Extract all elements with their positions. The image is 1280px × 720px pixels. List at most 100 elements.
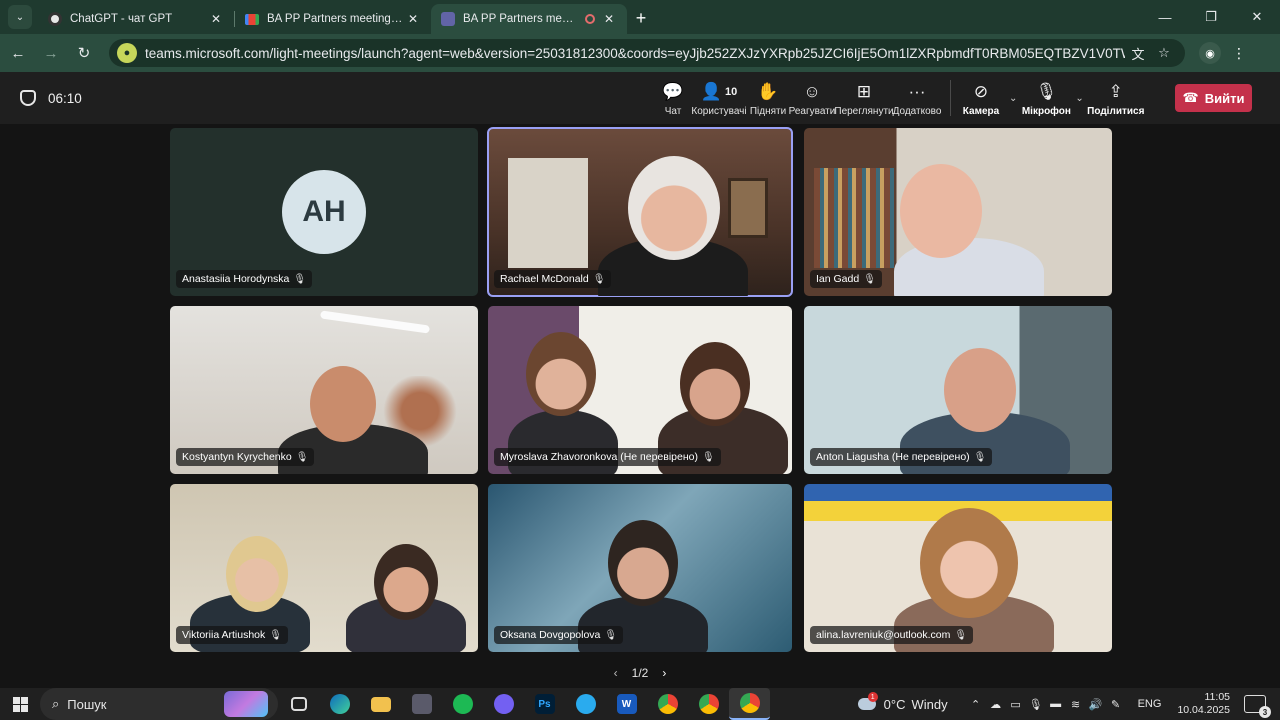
url-text[interactable]: teams.microsoft.com/light-meetings/launc… (145, 46, 1125, 61)
reload-icon[interactable]: ↻ (69, 38, 99, 68)
notifications-icon[interactable]: 3 (1244, 695, 1271, 718)
task-view-icon (290, 697, 307, 711)
taskbar-app-chrome-active[interactable] (729, 688, 770, 720)
taskbar-app-viber[interactable] (483, 688, 524, 720)
tab-close-icon[interactable]: ✕ (601, 12, 617, 26)
taskbar-app-explorer[interactable] (360, 688, 401, 720)
view-button[interactable]: ⊞ Переглянути (834, 72, 893, 124)
participant-tile[interactable]: Anton Liagusha (Не перевірено) 🎙 (804, 306, 1112, 474)
mic-icon: 🎙 (863, 273, 876, 285)
taskbar-app-calculator[interactable] (401, 688, 442, 720)
close-window-icon[interactable]: ✕ (1234, 0, 1280, 34)
share-button[interactable]: ⇪ Поділитися (1087, 72, 1144, 124)
video-person (526, 332, 596, 416)
site-permissions-icon[interactable]: ● (117, 43, 137, 63)
taskbar-app-telegram[interactable] (565, 688, 606, 720)
device-icon[interactable]: ▭ (1006, 698, 1026, 711)
chevron-left-icon[interactable]: ‹ (614, 666, 618, 680)
avatar: AH (282, 170, 366, 254)
participant-tile[interactable]: Myroslava Zhavoronkova (Не перевірено) 🎙 (488, 306, 792, 474)
forward-arrow-icon[interactable]: → (36, 38, 66, 68)
spotify-icon (452, 694, 473, 714)
participant-name: Viktoriia Artiushok 🎙 (176, 626, 288, 644)
gmail-favicon-icon (245, 13, 259, 25)
task-view-button[interactable] (278, 688, 319, 720)
raise-hand-button[interactable]: ✋ Підняти (748, 72, 788, 124)
wifi-icon[interactable]: ≋ (1066, 698, 1086, 711)
start-button[interactable] (0, 688, 40, 720)
tab-title: BA PP Partners meeting - Pl (463, 13, 579, 25)
language-indicator[interactable]: ENG (1138, 698, 1162, 710)
video-background (508, 158, 588, 268)
browser-tab-gmail[interactable]: BA PP Partners meeting - Plann ✕ (235, 4, 431, 34)
battery-icon[interactable]: ▬ (1046, 698, 1066, 710)
mic-icon: 🎙 (293, 273, 307, 285)
tab-close-icon[interactable]: ✕ (208, 12, 224, 26)
participant-tile[interactable]: Oksana Dovgopolova 🎙 (488, 484, 792, 652)
tab-search-chevron-icon[interactable]: ⌄ (8, 5, 32, 29)
participant-name: alina.lavreniuk@outlook.com 🎙 (810, 626, 974, 644)
minimize-icon[interactable]: — (1142, 0, 1188, 34)
meeting-controls: 💬 Чат 👤 10 Користувачі ✋ Підняти ☺ Реагув… (656, 72, 1144, 124)
weather-widget[interactable]: 1 0°C Windy (857, 692, 948, 712)
chevron-up-icon[interactable]: ⌃ (966, 698, 986, 711)
gallery-pager: ‹ 1/2 › (0, 664, 1280, 682)
leave-button[interactable]: ☎ Вийти (1175, 84, 1252, 112)
toolbar-divider (950, 80, 951, 116)
camera-options-chevron-icon[interactable]: ⌄ (1009, 93, 1017, 104)
profile-avatar-icon[interactable]: ◉ (1199, 42, 1221, 64)
translate-icon[interactable]: 文 (1125, 44, 1151, 63)
meeting-toolbar: 06:10 💬 Чат 👤 10 Користувачі ✋ Підняти ☺ … (0, 72, 1280, 124)
mic-options-chevron-icon[interactable]: ⌄ (1075, 93, 1083, 104)
react-button[interactable]: ☺ Реагувати (788, 72, 836, 124)
video-gallery: AH Anastasiia Horodynska 🎙 Rachael McDona… (0, 124, 1280, 688)
clock[interactable]: 11:05 10.04.2025 (1177, 691, 1230, 717)
chat-button[interactable]: 💬 Чат (656, 72, 690, 124)
taskbar-app-chrome-profile[interactable] (688, 688, 729, 720)
viber-icon (493, 694, 514, 714)
browser-tab-chatgpt[interactable]: ChatGPT - чат GPT ✕ (38, 4, 234, 34)
participant-tile-active-speaker[interactable]: Rachael McDonald 🎙 (487, 127, 793, 297)
more-button[interactable]: ··· Додатково (892, 72, 942, 124)
browser-tab-strip: ⌄ ChatGPT - чат GPT ✕ BA PP Partners mee… (0, 0, 1280, 34)
back-arrow-icon[interactable]: ← (3, 38, 33, 68)
taskbar-app-spotify[interactable] (442, 688, 483, 720)
address-bar[interactable]: ● teams.microsoft.com/light-meetings/lau… (109, 39, 1185, 67)
taskbar-search[interactable]: ⌕ Пошук (40, 688, 278, 720)
participant-name: Oksana Dovgopolova 🎙 (494, 626, 624, 644)
pen-icon[interactable]: ✎ (1106, 698, 1126, 711)
chrome-icon (698, 694, 719, 714)
system-tray: 1 0°C Windy ⌃ ☁ ▭ 🎙 ▬ ≋ 🔊 ✎ ENG 11:05 10… (857, 688, 1280, 720)
camera-button[interactable]: ⊘ Камера (959, 72, 1003, 124)
taskbar-app-chrome[interactable] (647, 688, 688, 720)
video-person (226, 536, 288, 612)
grid-view-icon: ⊞ (856, 81, 872, 101)
participant-tile[interactable]: Viktoriia Artiushok 🎙 (170, 484, 478, 652)
participant-name: Kostyantyn Kyrychenko 🎙 (176, 448, 315, 466)
tab-close-icon[interactable]: ✕ (405, 12, 421, 26)
new-tab-button[interactable]: + (627, 4, 655, 32)
chevron-right-icon[interactable]: › (662, 666, 666, 680)
raise-hand-icon: ✋ (757, 81, 779, 101)
browser-menu-icon[interactable]: ⋮ (1227, 45, 1251, 62)
browser-tab-teams[interactable]: BA PP Partners meeting - Pl ✕ (431, 4, 627, 34)
mic-button[interactable]: 🎙 Мікрофон (1022, 72, 1071, 124)
mic-tray-icon[interactable]: 🎙 (1026, 698, 1046, 711)
participant-tile[interactable]: Ian Gadd 🎙 (804, 128, 1112, 296)
taskbar-app-word[interactable]: W (606, 688, 647, 720)
people-button[interactable]: 👤 10 Користувачі (690, 72, 748, 124)
search-icon: ⌕ (52, 696, 60, 711)
video-person (920, 508, 1018, 618)
participant-tile[interactable]: Kostyantyn Kyrychenko 🎙 (170, 306, 478, 474)
bookmark-star-icon[interactable]: ☆ (1151, 45, 1177, 61)
participant-tile[interactable]: AH Anastasiia Horodynska 🎙 (170, 128, 478, 296)
tab-title: BA PP Partners meeting - Plann (267, 13, 405, 25)
folder-icon (370, 696, 391, 712)
maximize-icon[interactable]: ❐ (1188, 0, 1234, 34)
taskbar-app-photoshop[interactable]: Ps (524, 688, 565, 720)
cloud-icon[interactable]: ☁ (986, 698, 1006, 711)
taskbar-app-edge[interactable] (319, 688, 360, 720)
participant-name: Myroslava Zhavoronkova (Не перевірено) 🎙 (494, 448, 721, 466)
participant-tile[interactable]: alina.lavreniuk@outlook.com 🎙 (804, 484, 1112, 652)
volume-icon[interactable]: 🔊 (1086, 698, 1106, 711)
